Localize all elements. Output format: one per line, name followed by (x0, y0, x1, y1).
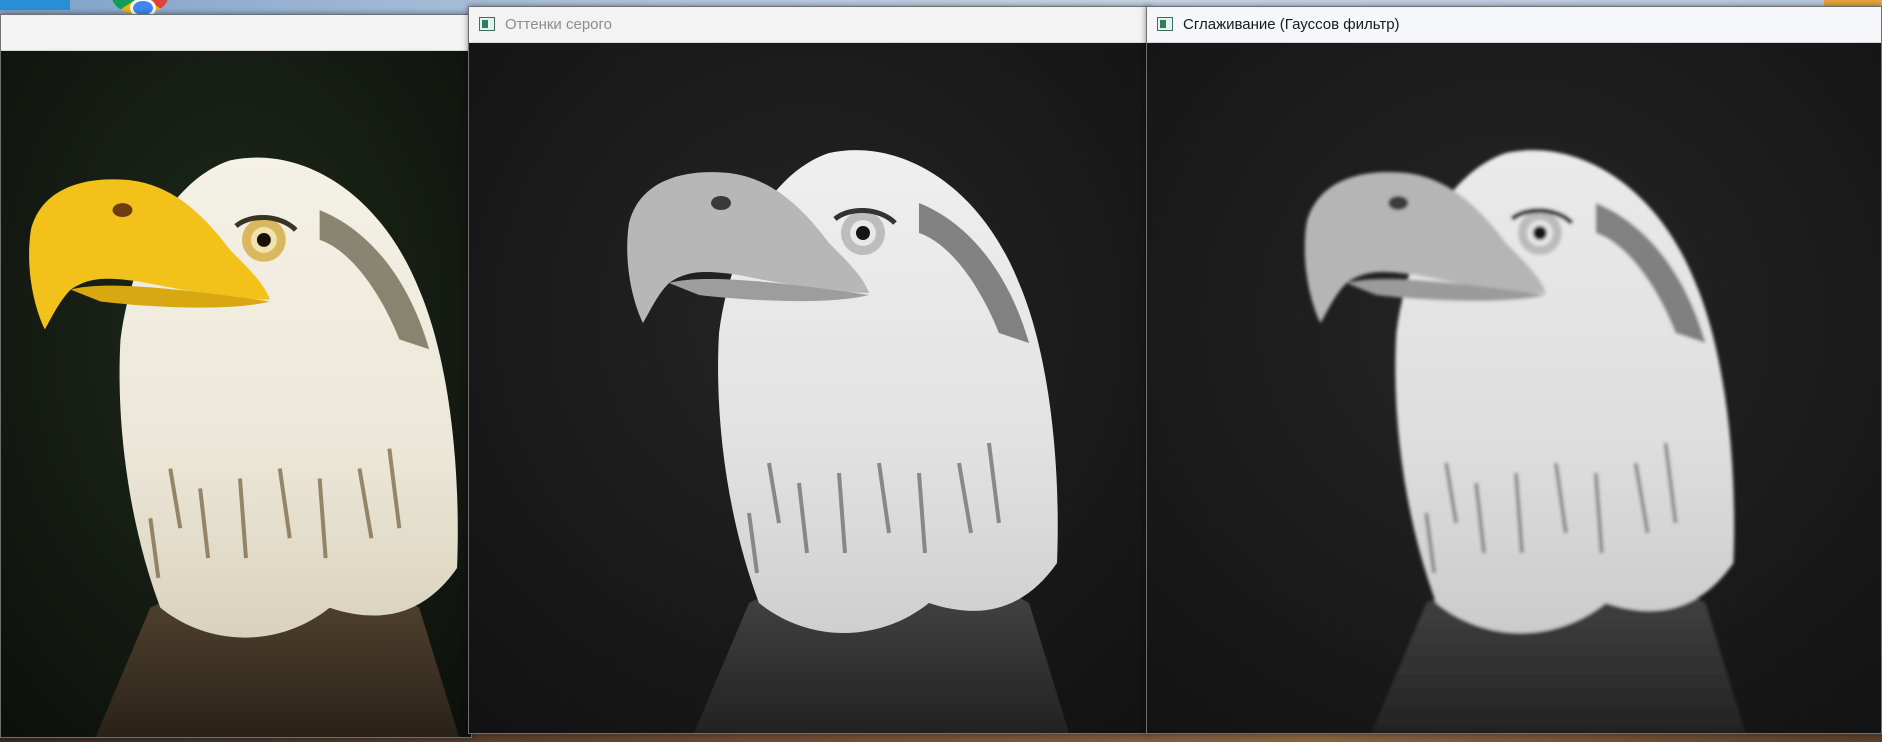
gaussian-eagle-image (1147, 43, 1881, 733)
window-title: Сглаживание (Гауссов фильтр) (1183, 16, 1400, 33)
original-eagle-image (1, 51, 471, 737)
original-image-window[interactable] (0, 14, 472, 738)
window-title: Оттенки серого (505, 16, 612, 33)
taskbar-app-icon[interactable] (0, 0, 70, 10)
gaussian-image-window[interactable]: Сглаживание (Гауссов фильтр) (1146, 6, 1882, 734)
desktop-background: Оттенки серого Сглаживание (Гауссов филь… (0, 0, 1882, 742)
gaussian-window-titlebar[interactable]: Сглаживание (Гауссов фильтр) (1147, 7, 1881, 43)
grayscale-eagle-image (469, 43, 1149, 733)
opencv-window-icon (479, 16, 497, 33)
grayscale-image-window[interactable]: Оттенки серого (468, 6, 1150, 734)
original-window-titlebar[interactable] (1, 15, 471, 51)
grayscale-window-titlebar[interactable]: Оттенки серого (469, 7, 1149, 43)
opencv-window-icon (1157, 16, 1175, 33)
